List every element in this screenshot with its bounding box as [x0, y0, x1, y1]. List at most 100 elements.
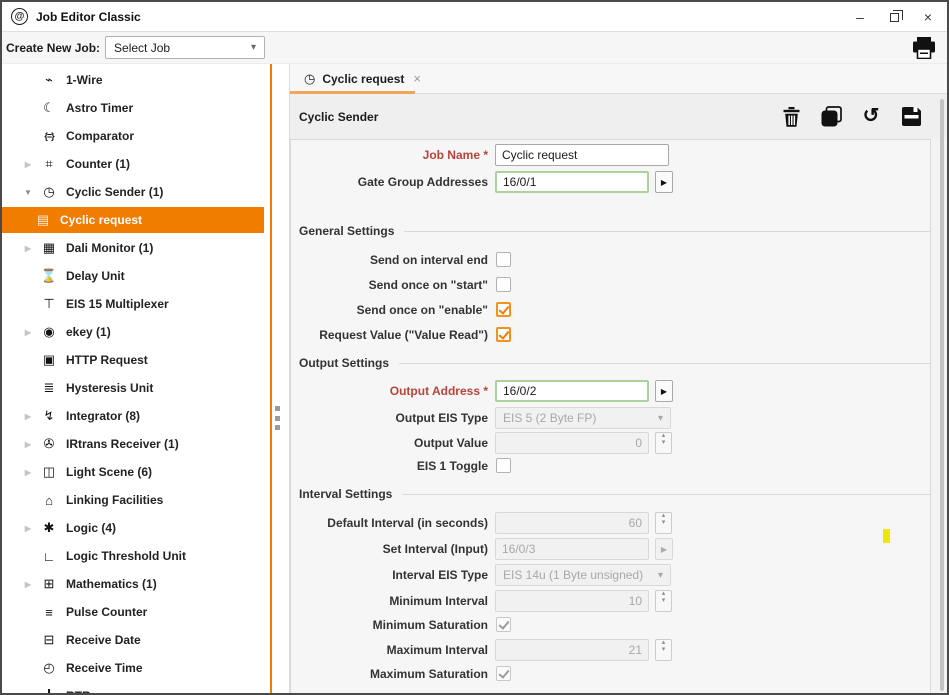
interval-eis-type-select[interactable]: EIS 14u (1 Byte unsigned) ▾ [495, 564, 671, 586]
form-row-maximum-interval: Maximum Interval ▴▾ [291, 639, 930, 661]
expander-collapsed-icon[interactable]: ▶ [22, 524, 34, 533]
sidebar-item-1-wire[interactable]: ⌁1-Wire [2, 66, 264, 94]
interval-settings-title: Interval Settings [299, 487, 392, 501]
sidebar-item-counter[interactable]: ▶⌗Counter (1) [2, 150, 264, 178]
right-arrow-icon: ▶ [661, 178, 667, 187]
sidebar-item-receive-date[interactable]: ⊟Receive Date [2, 626, 264, 654]
clock-icon: ◴ [40, 660, 58, 676]
expander-collapsed-icon[interactable]: ▶ [22, 160, 34, 169]
request-value-checkbox[interactable] [496, 327, 511, 342]
sidebar-item-mathematics[interactable]: ▶⊞Mathematics (1) [2, 570, 264, 598]
sidebar-splitter-handle[interactable] [275, 406, 283, 430]
sidebar-item-dali-monitor[interactable]: ▶▦Dali Monitor (1) [2, 234, 264, 262]
output-eis-type-label: Output EIS Type [291, 407, 488, 429]
output-value-spinner[interactable] [495, 432, 649, 454]
undo-icon: ↺ [863, 106, 880, 126]
job-name-input[interactable] [495, 144, 669, 166]
output-address-picker-button[interactable]: ▶ [655, 380, 673, 402]
item-label: Delay Unit [66, 269, 125, 283]
cyclic-sender-icon: ◷ [40, 184, 58, 200]
sidebar-item-comparator[interactable]: {=} Comparator [2, 122, 264, 150]
default-interval-label: Default Interval (in seconds) [291, 512, 488, 534]
form-row-output-address: Output Address * ▶ [291, 380, 930, 402]
maximum-saturation-checkbox[interactable] [496, 666, 511, 681]
calendar-icon: ⊟ [40, 632, 58, 648]
section-output-settings: Output Settings [291, 355, 930, 371]
output-value-label: Output Value [291, 432, 488, 454]
sidebar-item-delay-unit[interactable]: ⌛Delay Unit [2, 262, 264, 290]
form-row-eis-1-toggle: EIS 1 Toggle [291, 458, 930, 474]
minimum-interval-spinner[interactable] [495, 590, 649, 612]
maximum-interval-spin-buttons[interactable]: ▴▾ [655, 639, 672, 661]
minimize-button[interactable]: – [851, 8, 869, 26]
form-row-default-interval: Default Interval (in seconds) ▴▾ [291, 512, 930, 534]
gate-group-addresses-input[interactable] [495, 171, 649, 193]
sidebar-item-hysteresis-unit[interactable]: ≣Hysteresis Unit [2, 374, 264, 402]
sidebar-item-astro-timer[interactable]: ☾Astro Timer [2, 94, 264, 122]
print-button[interactable] [911, 36, 937, 60]
sidebar-item-rtr[interactable]: ╏RTR [2, 682, 264, 693]
default-interval-spin-buttons[interactable]: ▴▾ [655, 512, 672, 534]
expander-collapsed-icon[interactable]: ▶ [22, 468, 34, 477]
link-house-icon: ⌂ [40, 493, 58, 508]
output-eis-type-select[interactable]: EIS 5 (2 Byte FP) ▾ [495, 407, 671, 429]
minimum-saturation-checkbox[interactable] [496, 617, 511, 632]
main-scrollbar[interactable] [940, 99, 944, 691]
expander-collapsed-icon[interactable]: ▶ [22, 440, 34, 449]
maximum-interval-spinner[interactable] [495, 639, 649, 661]
gate-group-picker-button[interactable]: ▶ [655, 171, 673, 193]
minimum-interval-spin-buttons[interactable]: ▴▾ [655, 590, 672, 612]
duplicate-job-button[interactable] [820, 106, 842, 128]
item-label: RTR [66, 689, 91, 693]
expander-collapsed-icon[interactable]: ▶ [22, 328, 34, 337]
sidebar-item-ekey[interactable]: ▶◉ekey (1) [2, 318, 264, 346]
output-address-input[interactable] [495, 380, 649, 402]
output-value-spin-buttons[interactable]: ▴▾ [655, 432, 672, 454]
sidebar-item-receive-time[interactable]: ◴Receive Time [2, 654, 264, 682]
sidebar-item-logic-threshold-unit[interactable]: ∟Logic Threshold Unit [2, 542, 264, 570]
reset-job-button[interactable]: ↺ [860, 106, 882, 128]
sidebar-item-linking-facilities[interactable]: ⌂ Linking Facilities [2, 486, 264, 514]
sidebar-item-http-request[interactable]: ▣HTTP Request [2, 346, 264, 374]
send-once-on-start-checkbox[interactable] [496, 277, 511, 292]
set-interval-picker-button[interactable]: ▶ [655, 538, 673, 560]
right-arrow-icon: ▶ [661, 387, 667, 396]
tab-label: Cyclic request [322, 72, 404, 86]
sidebar-item-cyclic-sender[interactable]: ▼◷Cyclic Sender (1) [2, 178, 264, 206]
item-label: Pulse Counter [66, 605, 147, 619]
item-label: Counter (1) [66, 157, 130, 171]
item-label: Linking Facilities [66, 493, 163, 507]
output-address-label: Output Address * [291, 380, 488, 402]
expander-collapsed-icon[interactable]: ▶ [22, 412, 34, 421]
close-button[interactable]: × [919, 8, 937, 26]
tab-close-icon[interactable]: × [413, 71, 421, 86]
save-job-button[interactable] [900, 106, 922, 128]
delete-job-button[interactable] [780, 106, 802, 128]
comparator-icon: {=} [40, 131, 58, 141]
sidebar-item-integrator[interactable]: ▶↯Integrator (8) [2, 402, 264, 430]
sidebar-item-cyclic-request[interactable]: ▤Cyclic request [2, 207, 264, 233]
eis-1-toggle-checkbox[interactable] [496, 458, 511, 473]
sidebar-item-eis15-multiplexer[interactable]: ⊤EIS 15 Multiplexer [2, 290, 264, 318]
send-once-on-enable-checkbox[interactable] [496, 302, 511, 317]
send-on-interval-end-checkbox[interactable] [496, 252, 511, 267]
set-interval-input[interactable] [495, 538, 649, 560]
form-row-maximum-saturation: Maximum Saturation [291, 666, 930, 682]
item-label: Comparator [66, 129, 134, 143]
form-row-minimum-saturation: Minimum Saturation [291, 617, 930, 633]
calculator-icon: ⊞ [40, 576, 58, 592]
expander-collapsed-icon[interactable]: ▶ [22, 244, 34, 253]
sidebar-item-pulse-counter[interactable]: ≡Pulse Counter [2, 598, 264, 626]
sidebar-item-light-scene[interactable]: ▶◫Light Scene (6) [2, 458, 264, 486]
form-row-gate-group: Gate Group Addresses ▶ [291, 171, 930, 193]
gate-group-addresses-label: Gate Group Addresses [291, 171, 488, 193]
default-interval-spinner[interactable] [495, 512, 649, 534]
send-on-interval-end-label: Send on interval end [291, 252, 488, 268]
tab-cyclic-request[interactable]: ◷ Cyclic request × [290, 64, 435, 93]
expander-collapsed-icon[interactable]: ▶ [22, 580, 34, 589]
restore-button[interactable] [885, 8, 903, 26]
sidebar-item-logic[interactable]: ▶✱Logic (4) [2, 514, 264, 542]
expander-expanded-icon[interactable]: ▼ [22, 188, 34, 197]
sidebar-item-irtrans-receiver[interactable]: ▶✇IRtrans Receiver (1) [2, 430, 264, 458]
job-type-select[interactable]: Select Job ▾ [105, 36, 265, 59]
